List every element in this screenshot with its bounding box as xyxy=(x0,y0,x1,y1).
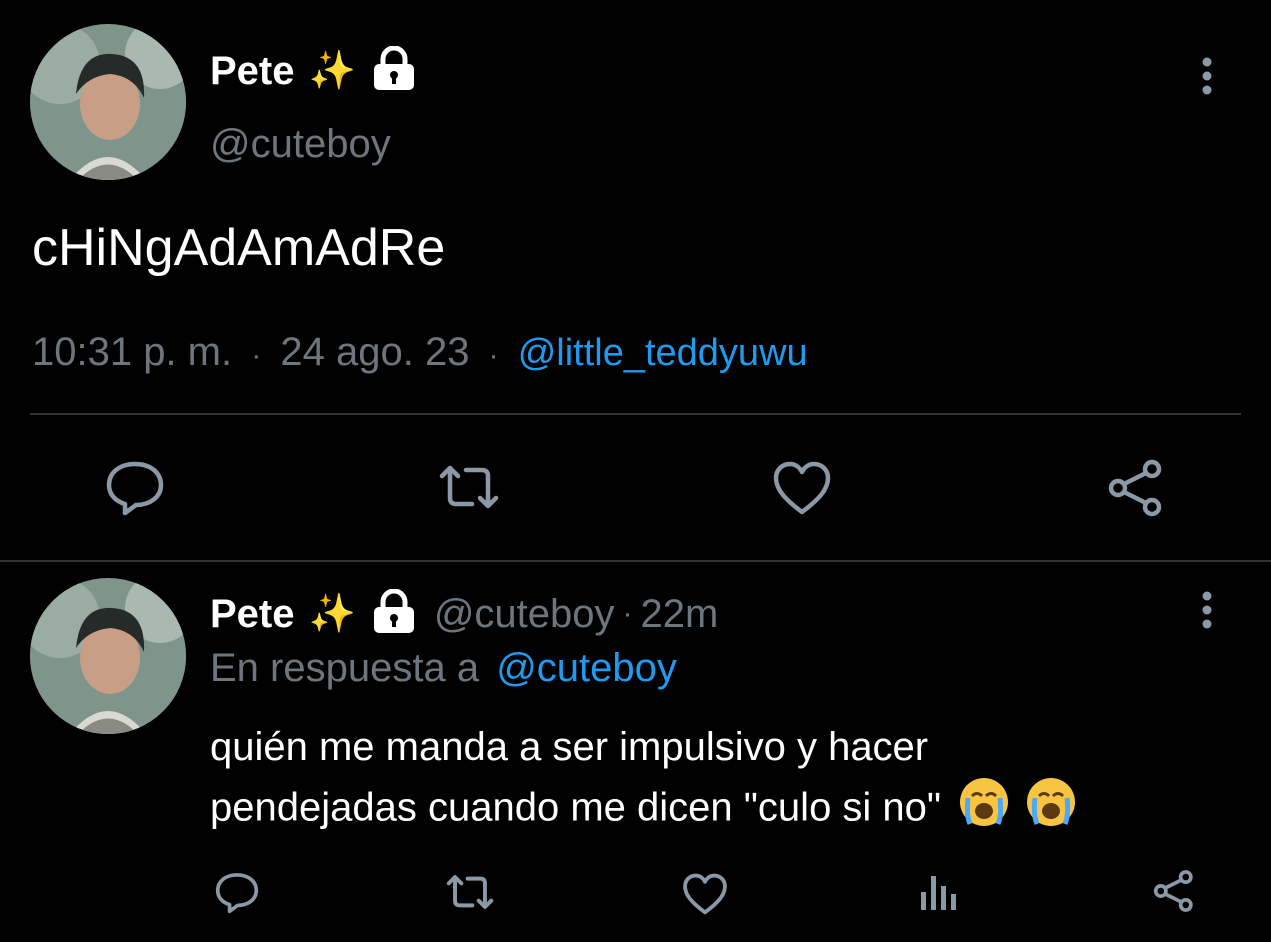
via-link[interactable]: @little_teddyuwu xyxy=(518,332,808,374)
handle[interactable]: @cuteboy xyxy=(434,592,615,637)
tweet-thread: Pete ✨ @cuteboy cHiNgAdAmAdRe 10:31 p. m… xyxy=(0,0,1271,942)
more-vertical-icon[interactable] xyxy=(1196,590,1218,635)
retweet-icon[interactable] xyxy=(436,462,502,517)
analytics-icon[interactable] xyxy=(918,872,960,917)
divider xyxy=(0,560,1271,562)
heart-icon[interactable] xyxy=(682,872,728,921)
sparkles-emoji: ✨ xyxy=(308,593,356,635)
reply-to-link[interactable]: @cuteboy xyxy=(496,646,677,690)
reply-text-line-2: pendejadas cuando me dicen "culo si no" xyxy=(210,776,1077,844)
reply-text: quién me manda a ser impulsivo y hacer p… xyxy=(210,718,1077,844)
more-vertical-icon[interactable] xyxy=(1196,56,1218,101)
loudly-crying-face-icon xyxy=(958,776,1010,844)
reply-icon[interactable] xyxy=(214,870,260,919)
tweet-time[interactable]: 10:31 p. m. xyxy=(32,330,232,374)
meta-separator: · xyxy=(251,339,262,372)
display-name[interactable]: Pete xyxy=(210,592,295,637)
retweet-icon[interactable] xyxy=(444,872,496,917)
reply-prefix: En respuesta a xyxy=(210,646,480,690)
reply-text-line: quién me manda a ser impulsivo y hacer xyxy=(210,725,929,769)
loudly-crying-face-icon xyxy=(1025,776,1077,844)
handle[interactable]: @cuteboy xyxy=(210,122,391,167)
lock-icon xyxy=(370,588,418,640)
sparkles-emoji: ✨ xyxy=(308,50,356,92)
tweet-meta: 10:31 p. m. · 24 ago. 23 · @little_teddy… xyxy=(32,330,808,375)
share-icon[interactable] xyxy=(1152,868,1196,919)
avatar[interactable] xyxy=(30,578,186,734)
meta-separator: · xyxy=(622,597,633,630)
share-icon[interactable] xyxy=(1106,458,1166,523)
tweet-age[interactable]: 22m xyxy=(641,592,719,637)
main-author: Pete ✨ xyxy=(210,45,418,97)
reply-author: Pete ✨ @cuteboy · 22m xyxy=(210,588,718,640)
reply-text-line: pendejadas cuando me dicen "culo si no" xyxy=(210,785,942,830)
meta-separator: · xyxy=(488,339,499,372)
reply-icon[interactable] xyxy=(104,458,166,521)
reply-context: En respuesta a @cuteboy xyxy=(210,646,677,691)
divider xyxy=(30,413,1241,415)
heart-icon[interactable] xyxy=(772,460,832,521)
avatar[interactable] xyxy=(30,24,186,180)
tweet-date[interactable]: 24 ago. 23 xyxy=(280,330,469,374)
tweet-text: cHiNgAdAmAdRe xyxy=(32,219,446,277)
display-name[interactable]: Pete xyxy=(210,49,295,94)
lock-icon xyxy=(370,45,418,97)
